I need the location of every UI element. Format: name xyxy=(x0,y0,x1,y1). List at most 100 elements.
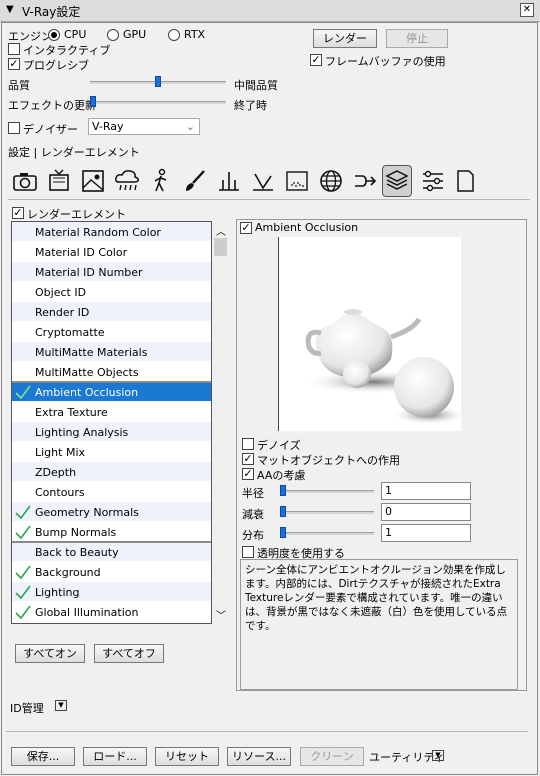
distribution-slider[interactable] xyxy=(280,532,374,535)
list-item[interactable]: Contours xyxy=(12,482,211,502)
check-slot[interactable] xyxy=(14,284,32,300)
list-item[interactable]: MultiMatte Materials xyxy=(12,342,211,362)
engine-rtx-radio[interactable] xyxy=(168,29,180,41)
all-off-button[interactable]: すべてオフ xyxy=(94,644,164,663)
list-item[interactable]: Lighting xyxy=(12,582,211,602)
list-item[interactable]: Material ID Color xyxy=(12,242,211,262)
effects-update-slider-thumb[interactable] xyxy=(90,96,96,107)
all-on-button[interactable]: すべてオン xyxy=(15,644,85,663)
list-item[interactable]: Render ID xyxy=(12,302,211,322)
radius-slider-thumb[interactable] xyxy=(280,485,286,496)
check-slot[interactable] xyxy=(14,444,32,460)
list-item[interactable]: Extra Texture xyxy=(12,402,211,422)
utility-dropdown-icon[interactable]: ▼ xyxy=(432,750,444,761)
resources-button[interactable]: リソース... xyxy=(227,747,291,766)
effects-update-slider[interactable] xyxy=(90,101,226,104)
falloff-label: 減衰 xyxy=(242,508,264,521)
list-scrollbar[interactable]: ︿ ﹀ xyxy=(212,221,229,624)
frame-buffer-checkbox[interactable]: ✓ xyxy=(310,54,322,66)
check-slot[interactable] xyxy=(14,324,32,340)
list-item[interactable]: ZDepth xyxy=(12,462,211,482)
checkmark-icon[interactable] xyxy=(14,524,32,540)
list-item[interactable]: Geometry Normals xyxy=(12,502,211,522)
brush-icon[interactable] xyxy=(180,165,210,197)
check-slot[interactable] xyxy=(14,484,32,500)
check-slot[interactable] xyxy=(14,424,32,440)
check-slot[interactable] xyxy=(14,344,32,360)
list-item[interactable]: Cryptomatte xyxy=(12,322,211,342)
dots-texture-icon[interactable] xyxy=(282,165,312,197)
check-slot[interactable] xyxy=(14,264,32,280)
weather-icon[interactable] xyxy=(112,165,142,197)
checkmark-icon[interactable] xyxy=(14,504,32,520)
list-item[interactable]: Back to Beauty xyxy=(12,542,211,562)
list-item[interactable]: Global Illumination xyxy=(12,602,211,622)
distribution-input[interactable]: 1 xyxy=(381,524,471,542)
progressive-checkbox[interactable]: ✓ xyxy=(8,58,20,70)
scrollbar-thumb[interactable] xyxy=(214,238,227,256)
checkmark-icon[interactable] xyxy=(14,384,32,400)
check-slot[interactable] xyxy=(14,464,32,480)
check-slot[interactable] xyxy=(14,544,32,560)
collapse-triangle-icon[interactable]: ▼ xyxy=(6,4,14,15)
render-elements-icon[interactable] xyxy=(382,165,412,197)
ao-enable-checkbox[interactable]: ✓ xyxy=(240,222,252,234)
checkmark-icon[interactable] xyxy=(14,564,32,580)
list-item[interactable]: Background xyxy=(12,562,211,582)
falloff-input[interactable]: 0 xyxy=(381,503,471,521)
falloff-slider-thumb[interactable] xyxy=(280,506,286,517)
radius-input[interactable]: 1 xyxy=(381,482,471,500)
use-transparency-checkbox[interactable] xyxy=(242,546,254,558)
checkmark-icon[interactable] xyxy=(14,584,32,600)
close-icon[interactable]: ✕ xyxy=(520,3,534,17)
camera-icon[interactable] xyxy=(10,165,40,197)
denoise-checkbox[interactable] xyxy=(242,438,254,450)
page-icon[interactable] xyxy=(450,165,480,197)
list-item[interactable]: Material Random Color xyxy=(12,222,211,242)
globe-icon[interactable] xyxy=(316,165,346,197)
list-item[interactable]: Material ID Number xyxy=(12,262,211,282)
check-slot[interactable] xyxy=(14,244,32,260)
denoiser-checkbox[interactable] xyxy=(8,122,20,134)
quality-slider-thumb[interactable] xyxy=(155,76,161,87)
reset-button[interactable]: リセット xyxy=(155,747,219,766)
falloff-slider[interactable] xyxy=(280,511,374,514)
engine-cpu-radio[interactable] xyxy=(48,29,60,41)
person-icon[interactable] xyxy=(146,165,176,197)
id-manage-dropdown-icon[interactable]: ▼ xyxy=(55,700,67,711)
environment-icon[interactable] xyxy=(78,165,108,197)
check-slot[interactable] xyxy=(14,224,32,240)
stereo-icon[interactable] xyxy=(350,165,380,197)
lighting-icon[interactable] xyxy=(214,165,244,197)
list-item[interactable]: Object ID xyxy=(12,282,211,302)
check-slot[interactable] xyxy=(14,364,32,380)
chevron-up-icon[interactable]: ︿ xyxy=(216,223,226,238)
switches-icon[interactable] xyxy=(418,165,448,197)
list-item[interactable]: Light Mix xyxy=(12,442,211,462)
save-button[interactable]: 保存... xyxy=(11,747,75,766)
matte-affect-checkbox[interactable]: ✓ xyxy=(242,453,254,465)
list-item[interactable]: Ambient Occlusion xyxy=(12,382,211,402)
stop-button[interactable]: 停止 xyxy=(386,29,448,48)
interactive-checkbox[interactable] xyxy=(8,43,20,55)
list-item[interactable]: Lighting Analysis xyxy=(12,422,211,442)
aa-consider-checkbox[interactable]: ✓ xyxy=(242,468,254,480)
check-slot[interactable] xyxy=(14,404,32,420)
engine-gpu-label: GPU xyxy=(123,28,147,41)
load-button[interactable]: ロード... xyxy=(83,747,147,766)
check-slot[interactable] xyxy=(14,304,32,320)
distribution-slider-thumb[interactable] xyxy=(280,527,286,538)
checkmark-icon[interactable] xyxy=(14,604,32,620)
list-item[interactable]: Bump Normals xyxy=(12,522,211,542)
distribution-label: 分布 xyxy=(242,529,264,542)
clean-button[interactable]: クリーン xyxy=(300,747,364,766)
render-elements-checkbox[interactable]: ✓ xyxy=(12,207,24,219)
material-icon[interactable] xyxy=(248,165,278,197)
render-button[interactable]: レンダー xyxy=(313,29,377,48)
denoiser-select[interactable]: V-Ray ⌄ xyxy=(88,118,200,135)
radius-slider[interactable] xyxy=(280,490,374,493)
chevron-down-icon[interactable]: ﹀ xyxy=(216,607,226,622)
list-item[interactable]: MultiMatte Objects xyxy=(12,362,211,382)
render-output-icon[interactable] xyxy=(44,165,74,197)
engine-gpu-radio[interactable] xyxy=(107,29,119,41)
